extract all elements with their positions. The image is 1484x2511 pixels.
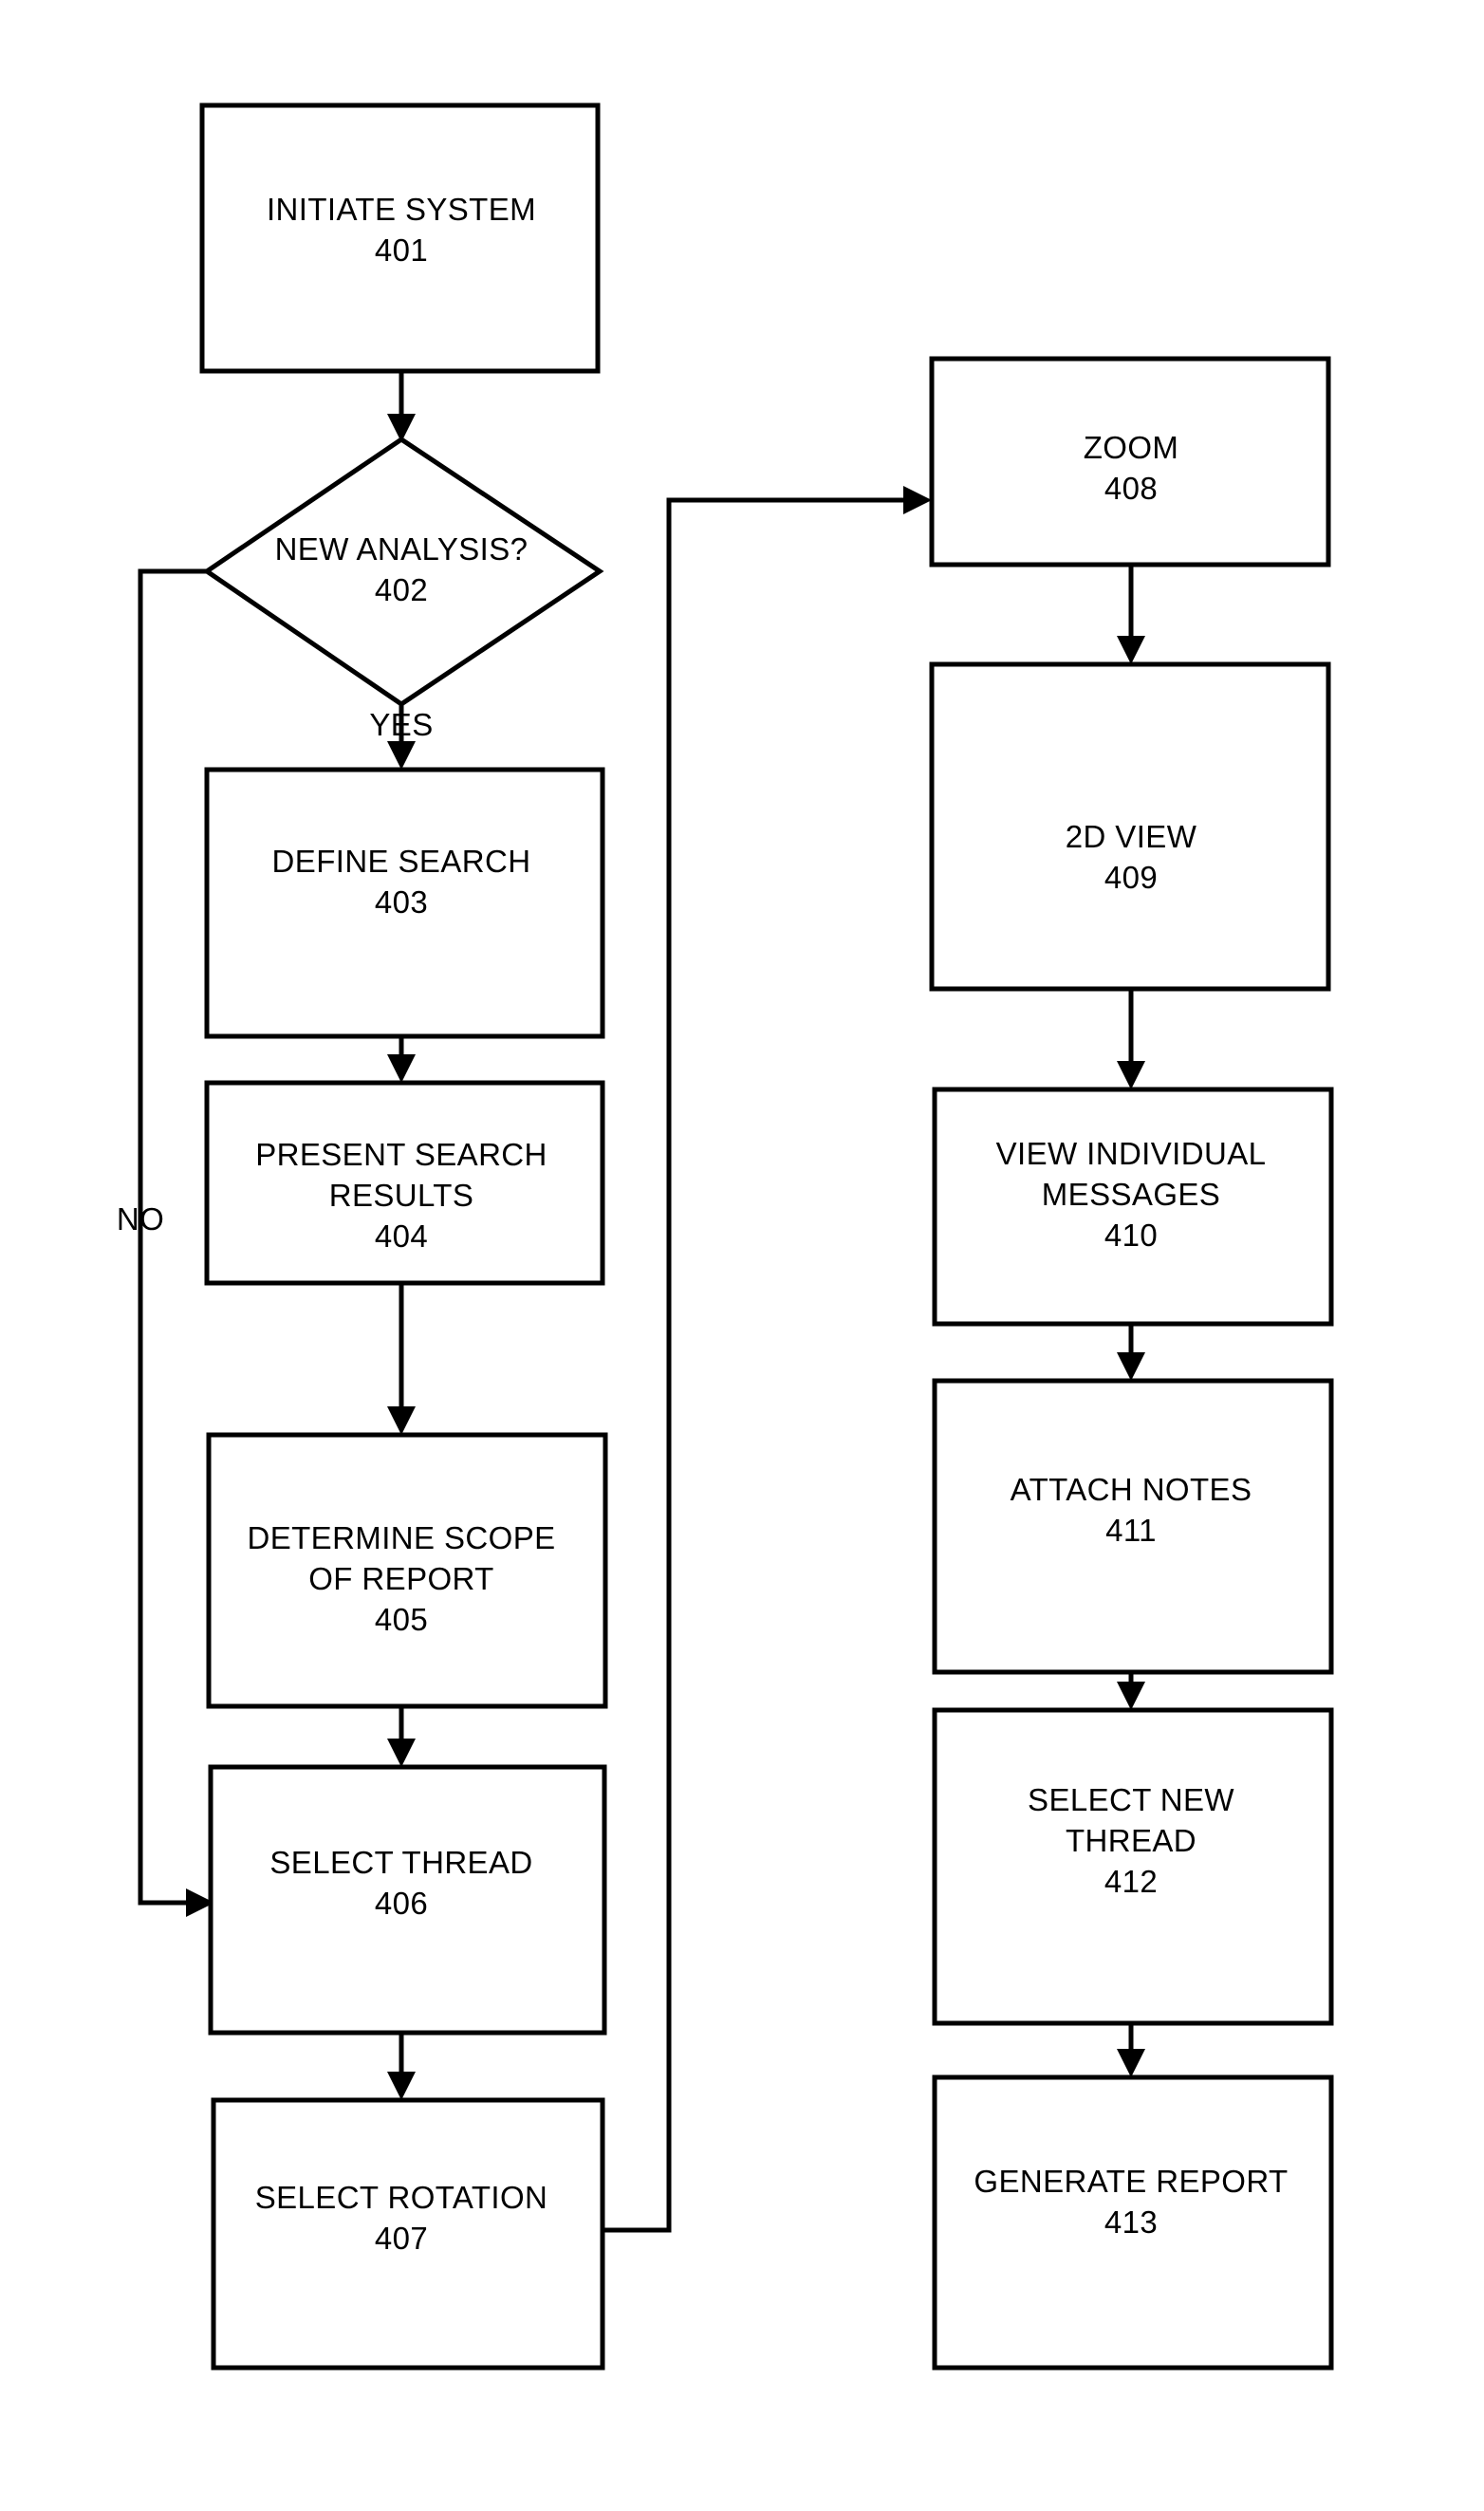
- node-new-analysis-decision[interactable]: NEW ANALYSIS? 402: [202, 436, 604, 708]
- node-label-410b: MESSAGES: [1042, 1177, 1220, 1212]
- node-label-404: PRESENT SEARCH: [255, 1137, 547, 1172]
- node-ref-407: 407: [375, 2221, 428, 2256]
- node-ref-412: 412: [1104, 1864, 1158, 1899]
- node-label-404b: RESULTS: [329, 1178, 474, 1213]
- node-label-405b: OF REPORT: [308, 1561, 494, 1596]
- node-select-rotation[interactable]: SELECT ROTATION 407: [211, 2097, 605, 2371]
- arrow-head-icon: [903, 486, 932, 514]
- edge-label-no: NO: [117, 1201, 164, 1237]
- arrow-head-icon: [387, 2072, 416, 2100]
- arrow-head-icon: [1117, 2049, 1145, 2077]
- edge-label-yes: YES: [369, 707, 433, 742]
- node-ref-410: 410: [1104, 1218, 1158, 1253]
- node-label-409: 2D VIEW: [1066, 819, 1197, 854]
- node-label-406: SELECT THREAD: [269, 1845, 532, 1880]
- arrow-head-icon: [1117, 1352, 1145, 1381]
- node-label-412: SELECT NEW: [1028, 1782, 1234, 1817]
- edge-411-412: [1117, 1672, 1145, 1710]
- node-label-405: DETERMINE SCOPE: [247, 1520, 555, 1555]
- flowchart-svg: INITIATE SYSTEM 401 NEW ANALYSIS? 402 YE…: [117, 102, 1334, 2371]
- node-label-408: ZOOM: [1084, 430, 1179, 465]
- node-define-search[interactable]: DEFINE SEARCH 403: [204, 767, 605, 1039]
- node-label-412b: THREAD: [1066, 1823, 1196, 1858]
- edge-409-410: [1117, 989, 1145, 1089]
- node-label-401: INITIATE SYSTEM: [267, 192, 536, 227]
- edge-405-406: [387, 1706, 416, 1767]
- edge-401-402: [387, 371, 416, 442]
- node-ref-404: 404: [375, 1218, 428, 1254]
- node-select-new-thread[interactable]: SELECT NEW THREAD 412: [932, 1707, 1334, 2026]
- arrow-head-icon: [1117, 636, 1145, 664]
- node-label-413: GENERATE REPORT: [974, 2164, 1288, 2199]
- node-label-411: ATTACH NOTES: [1011, 1472, 1252, 1507]
- node-ref-402: 402: [375, 572, 428, 607]
- arrow-head-icon: [1117, 1061, 1145, 1089]
- node-ref-405: 405: [375, 1602, 428, 1637]
- edge-404-405: [387, 1283, 416, 1435]
- node-2d-view[interactable]: 2D VIEW 409: [929, 661, 1331, 992]
- edge-406-407: [387, 2033, 416, 2100]
- node-ref-409: 409: [1104, 860, 1158, 895]
- edge-412-413: [1117, 2023, 1145, 2077]
- edge-410-411: [1117, 1324, 1145, 1381]
- node-generate-report[interactable]: GENERATE REPORT 413: [932, 2074, 1334, 2371]
- node-label-410: VIEW INDIVIDUAL: [996, 1136, 1267, 1171]
- arrow-head-icon: [387, 1054, 416, 1083]
- edge-402-406-no: [138, 568, 214, 1917]
- node-view-individual-messages[interactable]: VIEW INDIVIDUAL MESSAGES 410: [932, 1087, 1334, 1327]
- arrow-head-icon: [387, 1739, 416, 1767]
- node-label-402: NEW ANALYSIS?: [275, 531, 529, 567]
- node-label-403: DEFINE SEARCH: [272, 844, 531, 879]
- node-attach-notes[interactable]: ATTACH NOTES 411: [932, 1378, 1334, 1675]
- node-select-thread[interactable]: SELECT THREAD 406: [208, 1764, 607, 2036]
- arrow-head-icon: [387, 741, 416, 770]
- flowchart-canvas: INITIATE SYSTEM 401 NEW ANALYSIS? 402 YE…: [0, 0, 1484, 2511]
- node-ref-413: 413: [1104, 2204, 1158, 2240]
- node-ref-406: 406: [375, 1886, 428, 1921]
- node-ref-411: 411: [1105, 1513, 1157, 1548]
- node-ref-401: 401: [375, 232, 428, 268]
- node-ref-408: 408: [1104, 471, 1158, 506]
- node-present-search-results[interactable]: PRESENT SEARCH RESULTS 404: [204, 1080, 605, 1286]
- node-zoom[interactable]: ZOOM 408: [929, 356, 1331, 567]
- arrow-head-icon: [387, 1406, 416, 1435]
- node-determine-scope-of-report[interactable]: DETERMINE SCOPE OF REPORT 405: [206, 1432, 608, 1709]
- arrow-head-icon: [1117, 1682, 1145, 1710]
- edge-408-409: [1117, 565, 1145, 664]
- edge-403-404: [387, 1036, 416, 1083]
- node-ref-403: 403: [375, 884, 428, 920]
- node-initiate-system[interactable]: INITIATE SYSTEM 401: [199, 102, 601, 374]
- node-label-407: SELECT ROTATION: [255, 2180, 548, 2215]
- edge-407-408: [603, 486, 932, 2233]
